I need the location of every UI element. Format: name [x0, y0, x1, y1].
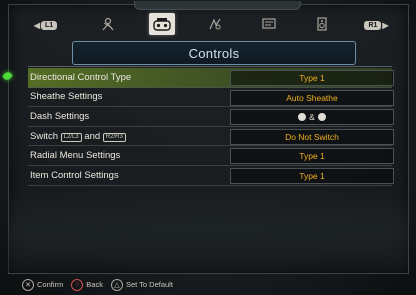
setting-label: Directional Control Type — [30, 71, 132, 83]
setting-value[interactable]: Do Not Switch — [230, 128, 394, 145]
button-hints: ✕ Confirm ○ Back △ Set To Default — [0, 274, 416, 295]
default-hint[interactable]: △ Set To Default — [110, 278, 173, 291]
setting-row-switch[interactable]: Switch L2/L3 and R2/R3 Do Not Switch — [28, 127, 394, 147]
tab-hunter[interactable] — [95, 13, 121, 35]
circle-button-icon: ○ — [71, 278, 84, 291]
section-heading: Controls — [72, 41, 356, 65]
tab-display[interactable] — [256, 13, 282, 35]
setting-row-dash[interactable]: Dash Settings & — [28, 107, 394, 127]
confirm-hint[interactable]: ✕ Confirm — [22, 278, 64, 291]
setting-label: Sheathe Settings — [30, 91, 103, 103]
dash-ampersand: & — [309, 112, 315, 123]
setting-label: Switch L2/L3 and R2/R3 — [30, 131, 126, 142]
l1-button-label: L1 — [40, 20, 58, 30]
tab-audio[interactable] — [309, 13, 335, 35]
setting-label: Item Control Settings — [30, 169, 119, 181]
r1-button-label: R1 — [364, 20, 382, 30]
r2-button-icon: R2/R3 — [102, 132, 126, 142]
display-icon — [261, 18, 276, 29]
right-arrow-icon: ▶ — [382, 20, 389, 30]
hunter-icon — [102, 17, 114, 31]
next-tab-bumper[interactable]: R1 ▶ — [362, 20, 392, 30]
setting-label: Dash Settings — [30, 110, 90, 122]
setting-value[interactable]: Auto Sheathe — [230, 89, 394, 106]
back-hint[interactable]: ○ Back — [71, 278, 103, 291]
setting-label: Radial Menu Settings — [30, 150, 121, 162]
l2-button-icon: L2/L3 — [60, 132, 82, 142]
setting-row-directional-control[interactable]: Directional Control Type Type 1 — [28, 68, 394, 88]
setting-row-radial-menu[interactable]: Radial Menu Settings Type 1 — [28, 146, 394, 166]
setting-row-item-control[interactable]: Item Control Settings Type 1 — [28, 166, 394, 186]
setting-value[interactable]: Type 1 — [230, 148, 394, 165]
tab-graphics[interactable] — [202, 13, 228, 35]
triangle-button-icon: △ — [110, 278, 123, 291]
setting-value[interactable]: Type 1 — [230, 167, 394, 184]
button-glyph-icon — [317, 113, 326, 122]
left-arrow-icon: ◀ — [33, 20, 40, 30]
options-tabs — [95, 12, 335, 36]
tab-controls[interactable] — [148, 13, 175, 35]
prev-tab-bumper[interactable]: ◀ L1 — [30, 20, 60, 30]
switch-label-and: and — [84, 130, 101, 142]
setting-row-sheathe[interactable]: Sheathe Settings Auto Sheathe — [28, 88, 394, 108]
switch-label-prefix: Switch — [30, 130, 58, 142]
confirm-label: Confirm — [37, 280, 64, 289]
cross-button-icon: ✕ — [22, 278, 34, 291]
back-label: Back — [86, 280, 103, 289]
setting-value[interactable]: Type 1 — [230, 70, 394, 86]
settings-list: Directional Control Type Type 1 Sheathe … — [28, 68, 394, 186]
audio-icon — [317, 17, 327, 31]
gamepad-icon — [152, 18, 171, 31]
window-titlebar — [134, 1, 301, 10]
setting-value[interactable]: & — [230, 109, 394, 126]
default-label: Set To Default — [125, 280, 173, 289]
button-glyph-icon — [298, 113, 307, 122]
heading-divider — [28, 66, 392, 67]
graphics-icon — [209, 18, 221, 30]
